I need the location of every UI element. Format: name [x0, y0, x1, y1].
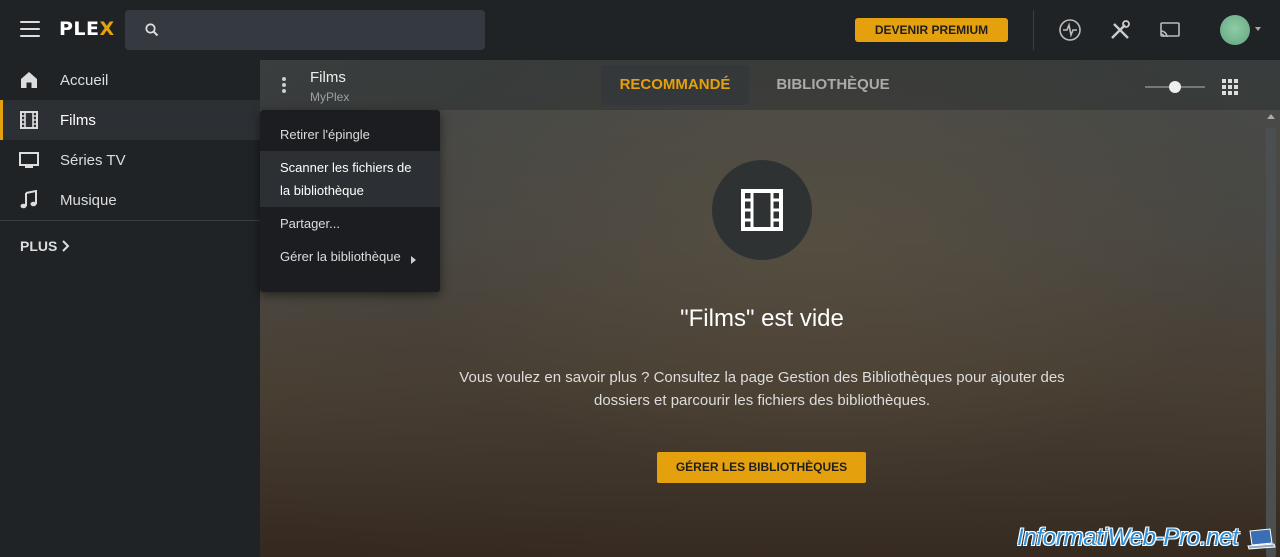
more-options-icon[interactable] — [282, 77, 286, 95]
library-title: Films — [310, 69, 346, 86]
poster-size-slider-handle[interactable] — [1169, 81, 1181, 93]
menu-item-manage-library[interactable]: Gérer la bibliothèque — [260, 240, 440, 273]
top-bar: PLEX DEVENIR PREMIUM — [0, 0, 1280, 60]
sidebar-item-music[interactable]: Musique — [0, 180, 260, 220]
film-icon — [20, 111, 38, 129]
scrollbar[interactable] — [1266, 128, 1276, 557]
library-context-menu: Retirer l'épingle Scanner les fichiers d… — [260, 110, 440, 292]
scroll-up-icon[interactable] — [1267, 114, 1275, 119]
menu-icon[interactable] — [20, 21, 40, 37]
menu-item-label: Gérer la bibliothèque — [280, 249, 401, 264]
chevron-right-icon — [62, 240, 70, 252]
tab-library[interactable]: BIBLIOTHÈQUE — [770, 65, 896, 105]
search-icon — [145, 23, 159, 37]
home-icon — [21, 72, 37, 88]
laptop-icon — [1247, 528, 1276, 550]
cast-icon[interactable] — [1159, 19, 1181, 41]
grid-view-icon[interactable] — [1222, 79, 1238, 95]
empty-state-title: "Films" est vide — [680, 305, 844, 332]
tab-recommended[interactable]: RECOMMANDÉ — [601, 65, 749, 105]
empty-state-text: Vous voulez en savoir plus ? Consultez l… — [459, 369, 1065, 409]
search-input[interactable] — [125, 10, 485, 50]
menu-item-share[interactable]: Partager... — [260, 207, 440, 240]
watermark-text: InformatiWeb-Pro.net — [1017, 524, 1239, 551]
toolbar-divider — [1033, 10, 1034, 50]
film-icon — [741, 189, 783, 231]
submenu-arrow-icon — [411, 255, 416, 264]
sidebar-item-label: Accueil — [60, 71, 109, 89]
sidebar-item-tv-shows[interactable]: Séries TV — [0, 140, 260, 180]
tv-icon — [19, 152, 39, 168]
sidebar: Accueil Films Séries TV Musique PLUS — [0, 60, 260, 557]
sidebar-item-label: Séries TV — [60, 151, 126, 169]
library-subtitle: MyPlex — [310, 90, 350, 104]
sidebar-item-home[interactable]: Accueil — [0, 60, 260, 100]
plex-logo[interactable]: PLEX — [59, 18, 115, 40]
manage-libraries-button[interactable]: GÉRER LES BIBLIOTHÈQUES — [657, 452, 866, 483]
premium-button[interactable]: DEVENIR PREMIUM — [855, 18, 1008, 42]
empty-state-icon — [712, 160, 812, 260]
menu-item-scan-library[interactable]: Scanner les fichiers de la bibliothèque — [260, 151, 440, 207]
library-header: Films MyPlex RECOMMANDÉ BIBLIOTHÈQUE — [260, 60, 1280, 110]
menu-item-unpin[interactable]: Retirer l'épingle — [260, 118, 440, 151]
activity-icon[interactable] — [1059, 19, 1081, 41]
chevron-down-icon[interactable] — [1255, 27, 1261, 31]
sidebar-item-label: Musique — [60, 191, 117, 209]
sidebar-item-label: Films — [60, 111, 96, 129]
sidebar-item-films[interactable]: Films — [0, 100, 260, 140]
sidebar-more-button[interactable]: PLUS — [0, 221, 260, 271]
settings-icon[interactable] — [1109, 19, 1131, 41]
music-icon — [20, 190, 37, 209]
avatar[interactable] — [1220, 15, 1250, 45]
